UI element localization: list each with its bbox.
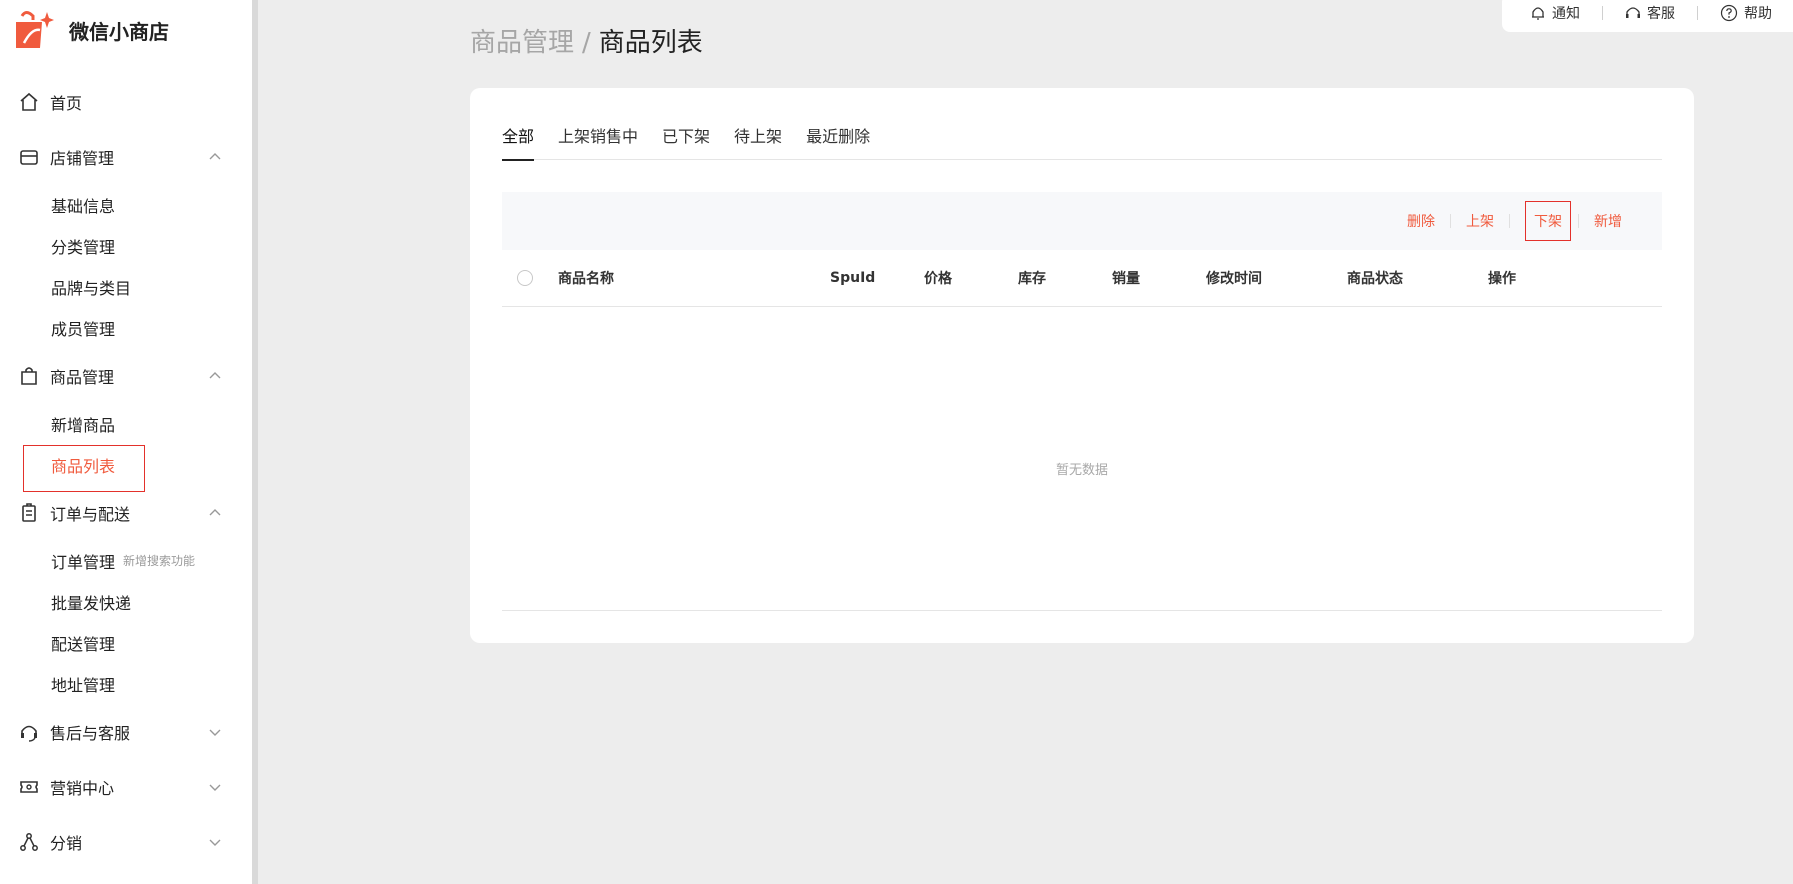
batch-action-bar: 删除 上架 下架 新增 <box>502 192 1662 250</box>
help-icon <box>1720 4 1738 22</box>
home-icon <box>18 91 40 113</box>
new-feature-badge: 新增搜索功能 <box>123 554 196 568</box>
sidebar-item-brand-category[interactable]: 品牌与类目 <box>0 266 252 307</box>
sidebar-item-label: 售后与客服 <box>50 723 131 743</box>
tab-all[interactable]: 全部 <box>502 122 535 161</box>
sidebar-item-address[interactable]: 地址管理 <box>0 663 252 704</box>
divider <box>1697 6 1698 20</box>
sidebar-item-delivery[interactable]: 配送管理 <box>0 622 252 663</box>
batch-actions: 删除 上架 下架 新增 <box>1407 192 1622 250</box>
sidebar-item-store[interactable]: 店铺管理 <box>0 129 252 184</box>
goods-list-card: 全部 上架销售中 已下架 待上架 最近删除 删除 上架 下架 新增 商品名称 S… <box>470 88 1694 643</box>
take-off-shelf-button[interactable]: 下架 <box>1525 201 1571 241</box>
sidebar-item-batch-ship[interactable]: 批量发快递 <box>0 581 252 622</box>
divider <box>1450 214 1451 228</box>
list-on-shelf-button[interactable]: 上架 <box>1466 211 1494 231</box>
column-stock[interactable]: 库存 <box>1018 268 1046 288</box>
sidebar-item-marketing[interactable]: 营销中心 <box>0 759 252 814</box>
tab-pending[interactable]: 待上架 <box>734 122 782 160</box>
add-goods-button[interactable]: 新增 <box>1594 211 1622 231</box>
table-header: 商品名称 SpuId 价格 库存 销量 修改时间 商品状态 操作 <box>502 250 1662 307</box>
store-icon <box>18 146 40 168</box>
tab-on-sale[interactable]: 上架销售中 <box>558 122 638 160</box>
select-all-checkbox[interactable] <box>517 270 533 286</box>
sidebar-item-goods[interactable]: 商品管理 <box>0 348 252 403</box>
top-toolbar: 通知 客服 帮助 <box>1502 0 1793 32</box>
bag-icon <box>18 365 40 387</box>
sidebar-item-order-manage[interactable]: 订单管理 新增搜索功能 <box>0 540 252 581</box>
sidebar-item-label: 订单与配送 <box>50 504 131 524</box>
sidebar-item-basic-info[interactable]: 基础信息 <box>0 184 252 225</box>
chevron-down-icon[interactable] <box>206 778 224 796</box>
bell-icon <box>1532 7 1544 20</box>
chevron-up-icon[interactable] <box>206 504 224 522</box>
sidebar-item-home[interactable]: 首页 <box>0 74 252 129</box>
sidebar-item-label: 订单管理 <box>51 552 116 572</box>
column-goods-status[interactable]: 商品状态 <box>1347 268 1403 288</box>
breadcrumb-parent[interactable]: 商品管理 <box>470 28 574 58</box>
help-label: 帮助 <box>1744 6 1772 22</box>
sidebar-item-label: 分销 <box>50 833 83 853</box>
sidebar-item-category[interactable]: 分类管理 <box>0 225 252 266</box>
help-button[interactable]: 帮助 <box>1720 3 1772 23</box>
sidebar-item-members[interactable]: 成员管理 <box>0 307 252 348</box>
tab-off-shelf[interactable]: 已下架 <box>662 122 710 160</box>
chevron-up-icon[interactable] <box>206 367 224 385</box>
sidebar-item-label: 首页 <box>50 93 83 113</box>
empty-text: 暂无数据 <box>1055 463 1108 478</box>
sidebar-item-orders[interactable]: 订单与配送 <box>0 485 252 540</box>
headset-icon <box>18 721 40 743</box>
customer-service-button[interactable]: 客服 <box>1625 3 1675 23</box>
tab-recently-deleted[interactable]: 最近删除 <box>806 122 870 160</box>
ticket-icon <box>18 776 40 798</box>
sidebar-item-goods-list[interactable]: 商品列表 <box>0 444 252 492</box>
app-name: 微信小商店 <box>69 19 169 44</box>
clipboard-icon <box>18 502 40 524</box>
brand[interactable]: 微信小商店 <box>14 8 169 52</box>
sidebar-item-distribution[interactable]: 分销 <box>0 814 252 869</box>
notification-label: 通知 <box>1552 6 1580 22</box>
chevron-up-icon[interactable] <box>206 148 224 166</box>
shop-bag-logo-icon <box>14 10 54 50</box>
sidebar-item-add-goods[interactable]: 新增商品 <box>0 403 252 444</box>
customer-service-label: 客服 <box>1647 6 1675 22</box>
column-spuid[interactable]: SpuId <box>830 270 875 286</box>
sidebar-item-label: 店铺管理 <box>50 148 115 168</box>
column-price[interactable]: 价格 <box>924 268 952 288</box>
sidebar-nav: 首页 店铺管理 基础信息 分类管理 品牌与类目 成员管理 商品管理 新增商品 商… <box>0 74 252 869</box>
headset-icon <box>1626 7 1640 18</box>
notification-button[interactable]: 通知 <box>1530 3 1580 23</box>
sidebar: 微信小商店 首页 店铺管理 基础信息 分类管理 品牌与类目 成员管理 商品管理 <box>0 0 258 884</box>
column-goods-name[interactable]: 商品名称 <box>558 268 614 288</box>
sidebar-item-label: 营销中心 <box>50 778 115 798</box>
sidebar-item-label: 商品管理 <box>50 367 115 387</box>
share-icon <box>18 831 40 853</box>
status-tabs: 全部 上架销售中 已下架 待上架 最近删除 <box>502 122 1662 161</box>
page-title: 商品列表 <box>598 28 703 58</box>
column-sales[interactable]: 销量 <box>1112 268 1140 288</box>
empty-state: 暂无数据 <box>502 308 1662 698</box>
delete-button[interactable]: 删除 <box>1407 211 1435 231</box>
breadcrumb: 商品管理 / 商品列表 <box>470 22 703 59</box>
divider <box>502 610 1662 611</box>
divider <box>1509 214 1510 228</box>
divider <box>1578 214 1579 228</box>
breadcrumb-separator: / <box>582 28 591 58</box>
sidebar-item-aftersale[interactable]: 售后与客服 <box>0 704 252 759</box>
chevron-down-icon[interactable] <box>206 723 224 741</box>
divider <box>1602 6 1603 20</box>
column-operations: 操作 <box>1488 271 1516 287</box>
chevron-down-icon[interactable] <box>206 833 224 851</box>
column-modified-time[interactable]: 修改时间 <box>1206 268 1262 288</box>
